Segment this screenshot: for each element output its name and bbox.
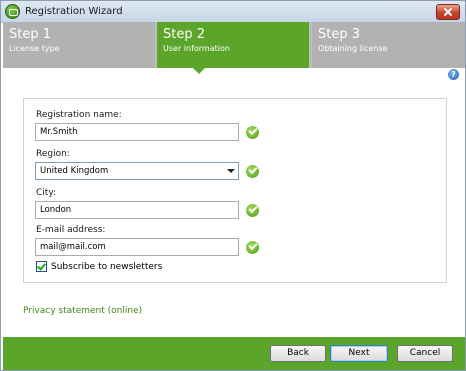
title-bar: Registration Wizard [1, 1, 465, 23]
next-button[interactable]: Next [330, 345, 388, 362]
step-2-active: Step 2 User information [157, 22, 309, 68]
window-title: Registration Wizard [25, 6, 123, 17]
active-step-pointer [193, 68, 205, 74]
step-3: Step 3 Obtaining license [312, 22, 465, 68]
back-button[interactable]: Back [270, 345, 326, 362]
city-field[interactable]: London [35, 201, 239, 219]
region-selected-value: United Kingdom [40, 166, 109, 176]
email-field[interactable]: mail@mail.com [35, 238, 239, 256]
close-button[interactable] [436, 4, 460, 20]
email-valid-icon [246, 241, 259, 254]
newsletter-label[interactable]: Subscribe to newsletters [51, 262, 162, 272]
registration-name-field[interactable]: Mr.Smith [35, 123, 239, 141]
registration-name-valid-icon [246, 126, 259, 139]
region-label: Region: [36, 149, 70, 159]
step-1-label: License type [9, 44, 60, 53]
cancel-button[interactable]: Cancel [397, 345, 453, 362]
newsletter-checkbox[interactable] [36, 261, 47, 272]
chevron-down-icon[interactable] [227, 169, 235, 173]
button-bar: Back Next Cancel [3, 337, 465, 370]
step-3-number: Step 3 [318, 27, 361, 42]
app-logo-icon [5, 4, 20, 19]
step-2-label: User information [163, 44, 230, 53]
region-select[interactable]: United Kingdom [35, 162, 239, 180]
registration-wizard-window: Registration Wizard Step 1 License type … [0, 0, 466, 371]
step-1-number: Step 1 [9, 27, 52, 42]
step-1: Step 1 License type [3, 22, 155, 68]
privacy-statement-link[interactable]: Privacy statement (online) [23, 306, 142, 316]
steps-bar: Step 1 License type Step 2 User informat… [3, 22, 465, 68]
city-label: City: [36, 188, 57, 198]
registration-name-label: Registration name: [36, 110, 122, 120]
help-icon[interactable]: ? [448, 69, 459, 80]
step-2-number: Step 2 [163, 27, 206, 42]
user-info-form: Registration name: Mr.Smith Region: Unit… [23, 98, 447, 283]
step-3-label: Obtaining license [318, 44, 388, 53]
email-label: E-mail address: [36, 225, 106, 235]
region-valid-icon [246, 165, 259, 178]
city-valid-icon [246, 204, 259, 217]
